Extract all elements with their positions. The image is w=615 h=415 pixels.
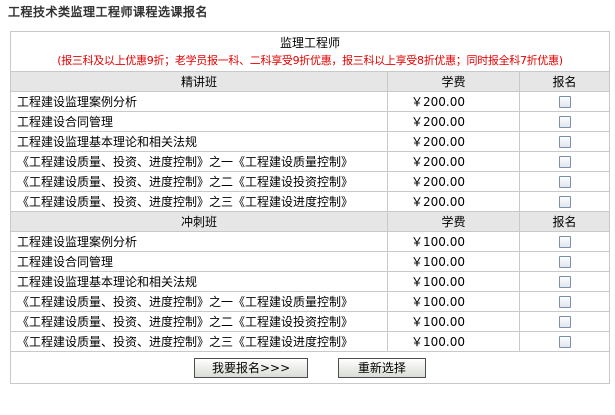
signup-checkbox[interactable]	[558, 116, 571, 128]
section-header-row: 冲刺班 学费 报名	[10, 211, 610, 232]
course-price: ￥100.00	[387, 331, 520, 352]
course-row: 《工程建设质量、投资、进度控制》之二《工程建设投资控制》 ￥200.00	[10, 171, 610, 192]
section-name: 精讲班	[10, 71, 388, 92]
signup-checkbox[interactable]	[558, 156, 571, 168]
page-title: 工程技术类监理工程师课程选课报名	[8, 5, 209, 19]
table-caption: 监理工程师 (报三科及以上优惠9折；老学员报一科、二科享受9折优惠，报三科以上享…	[10, 31, 610, 72]
signup-header: 报名	[519, 71, 610, 92]
course-price: ￥200.00	[387, 191, 520, 212]
course-price: ￥200.00	[387, 91, 520, 112]
signup-checkbox[interactable]	[558, 316, 571, 328]
course-name: 《工程建设质量、投资、进度控制》之一《工程建设质量控制》	[10, 151, 388, 172]
course-name: 工程建设合同管理	[10, 111, 388, 132]
course-name: 《工程建设质量、投资、进度控制》之二《工程建设投资控制》	[10, 171, 388, 192]
discount-note: (报三科及以上优惠9折；老学员报一科、二科享受9折优惠，报三科以上享受8折优惠；…	[57, 54, 563, 67]
course-name: 工程建设监理案例分析	[10, 231, 388, 252]
course-row: 《工程建设质量、投资、进度控制》之二《工程建设投资控制》 ￥100.00	[10, 311, 610, 332]
course-name: 《工程建设质量、投资、进度控制》之三《工程建设进度控制》	[10, 331, 388, 352]
signup-checkbox[interactable]	[558, 336, 571, 348]
signup-checkbox[interactable]	[558, 256, 571, 268]
signup-checkbox[interactable]	[558, 176, 571, 188]
course-name: 《工程建设质量、投资、进度控制》之二《工程建设投资控制》	[10, 311, 388, 332]
signup-checkbox[interactable]	[558, 136, 571, 148]
signup-checkbox[interactable]	[558, 276, 571, 288]
course-name: 《工程建设质量、投资、进度控制》之一《工程建设质量控制》	[10, 291, 388, 312]
course-price: ￥100.00	[387, 311, 520, 332]
course-row: 《工程建设质量、投资、进度控制》之三《工程建设进度控制》 ￥200.00	[10, 191, 610, 212]
course-price: ￥100.00	[387, 291, 520, 312]
course-price: ￥200.00	[387, 111, 520, 132]
course-row: 工程建设监理案例分析 ￥200.00	[10, 91, 610, 112]
section-header-row: 精讲班 学费 报名	[10, 71, 610, 92]
submit-signup-button[interactable]: 我要报名>>>	[194, 357, 309, 378]
course-row: 工程建设合同管理 ￥200.00	[10, 111, 610, 132]
course-row: 工程建设监理基本理论和相关法规 ￥200.00	[10, 131, 610, 152]
fee-header: 学费	[387, 211, 520, 232]
signup-checkbox[interactable]	[558, 196, 571, 208]
course-table: 监理工程师 (报三科及以上优惠9折；老学员报一科、二科享受9折优惠，报三科以上享…	[10, 31, 610, 384]
caption-title: 监理工程师	[279, 36, 340, 50]
course-price: ￥100.00	[387, 251, 520, 272]
course-price: ￥200.00	[387, 171, 520, 192]
reset-selection-button[interactable]: 重新选择	[337, 357, 426, 378]
course-price: ￥100.00	[387, 231, 520, 252]
course-price: ￥100.00	[387, 271, 520, 292]
table-caption-row: 监理工程师 (报三科及以上优惠9折；老学员报一科、二科享受9折优惠，报三科以上享…	[10, 31, 610, 72]
course-row: 工程建设监理基本理论和相关法规 ￥100.00	[10, 271, 610, 292]
signup-checkbox[interactable]	[558, 96, 571, 108]
course-row: 工程建设合同管理 ￥100.00	[10, 251, 610, 272]
course-name: 工程建设监理案例分析	[10, 91, 388, 112]
course-row: 《工程建设质量、投资、进度控制》之三《工程建设进度控制》 ￥100.00	[10, 331, 610, 352]
course-price: ￥200.00	[387, 151, 520, 172]
signup-header: 报名	[519, 211, 610, 232]
course-price: ￥200.00	[387, 131, 520, 152]
signup-checkbox[interactable]	[558, 236, 571, 248]
course-row: 《工程建设质量、投资、进度控制》之一《工程建设质量控制》 ￥100.00	[10, 291, 610, 312]
course-name: 工程建设合同管理	[10, 251, 388, 272]
section-name: 冲刺班	[10, 211, 388, 232]
course-name: 工程建设监理基本理论和相关法规	[10, 131, 388, 152]
actions-row: 我要报名>>> 重新选择	[10, 351, 610, 384]
signup-checkbox[interactable]	[558, 296, 571, 308]
course-name: 《工程建设质量、投资、进度控制》之三《工程建设进度控制》	[10, 191, 388, 212]
course-row: 工程建设监理案例分析 ￥100.00	[10, 231, 610, 252]
actions-cell: 我要报名>>> 重新选择	[10, 351, 610, 384]
course-row: 《工程建设质量、投资、进度控制》之一《工程建设质量控制》 ￥200.00	[10, 151, 610, 172]
fee-header: 学费	[387, 71, 520, 92]
course-name: 工程建设监理基本理论和相关法规	[10, 271, 388, 292]
